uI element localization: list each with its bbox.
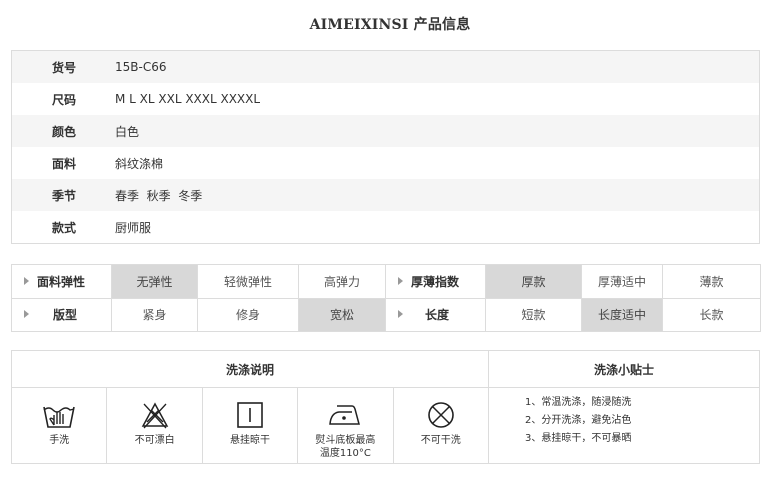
info-row-season: 季节 春季 秋季 冬季 xyxy=(12,179,759,211)
info-key: 货号 xyxy=(52,60,77,75)
care-caption: 不可干洗 xyxy=(420,435,461,446)
care-caption: 手洗 xyxy=(49,435,70,446)
attribute-table: 面料弹性 无弹性 轻微弹性 高弹力 厚薄指数 厚款 厚薄适中 薄款 版型 紧身 … xyxy=(11,264,761,332)
attr-label-thickness: 厚薄指数 xyxy=(385,264,486,299)
option-thick: 厚款 xyxy=(485,264,582,299)
product-info-table: 货号 15B-C66 尺码 M L XL XXL XXXL XXXXL 颜色 白色 面… xyxy=(11,50,760,244)
title-suffix: 产品信息 xyxy=(408,17,471,33)
brand-name: AIMEIXINSI xyxy=(309,17,409,33)
care-tip: 2、分开洗涤，避免沾色 xyxy=(524,415,632,426)
care-caption: 悬挂晾干 xyxy=(229,435,270,446)
info-value: M L XL XXL XXXL XXXXL xyxy=(115,92,261,106)
option-loose: 宽松 xyxy=(298,297,386,332)
option-slight-elasticity: 轻微弹性 xyxy=(197,264,299,299)
option-long: 长款 xyxy=(662,297,761,332)
option-short: 短款 xyxy=(485,297,582,332)
info-key: 颜色 xyxy=(52,124,77,139)
attr-label-elasticity: 面料弹性 xyxy=(11,264,112,299)
care-tip: 3、悬挂晾干，不可暴晒 xyxy=(524,433,632,444)
info-row-fabric: 面料 斜纹涤棉 xyxy=(12,147,759,179)
care-item-no-dry-clean: 不可干洗 xyxy=(394,388,489,463)
option-medium-length: 长度适中 xyxy=(581,297,663,332)
care-instructions-title: 洗涤说明 xyxy=(12,351,489,387)
option-medium-thickness: 厚薄适中 xyxy=(581,264,663,299)
info-key: 季节 xyxy=(52,188,77,203)
info-row-style: 款式 厨师服 xyxy=(12,211,759,243)
attribute-row: 版型 紧身 修身 宽松 长度 短款 长度适中 长款 xyxy=(11,297,761,332)
attr-label-length: 长度 xyxy=(385,297,486,332)
info-value: 白色 xyxy=(115,124,140,139)
info-value: 15B-C66 xyxy=(115,60,167,74)
no-bleach-icon xyxy=(141,402,168,429)
care-section: 洗涤说明 洗涤小贴士 手洗 不可漂白 悬挂晾干 熨斗底板最高温度110°C 不可… xyxy=(11,350,760,464)
info-value: 斜纹涤棉 xyxy=(115,156,164,171)
care-tip: 1、常温洗涤，随浸随洗 xyxy=(524,397,632,408)
care-item-iron: 熨斗底板最高温度110°C xyxy=(298,388,394,463)
triangle-right-icon xyxy=(24,310,29,319)
triangle-right-icon xyxy=(24,276,29,285)
care-item-no-bleach: 不可漂白 xyxy=(107,388,203,463)
option-thin: 薄款 xyxy=(662,264,761,299)
no-dry-clean-icon xyxy=(427,402,454,428)
care-item-hand-wash: 手洗 xyxy=(12,388,108,463)
hand-wash-icon xyxy=(43,406,75,428)
triangle-right-icon xyxy=(398,276,403,285)
option-slim: 修身 xyxy=(197,297,299,332)
iron-icon xyxy=(329,405,361,425)
info-key: 尺码 xyxy=(52,92,77,107)
info-row-item-number: 货号 15B-C66 xyxy=(12,51,759,83)
info-value: 春季 秋季 冬季 xyxy=(115,188,203,203)
page-title: AIMEIXINSI 产品信息 xyxy=(0,14,780,34)
care-caption: 不可漂白 xyxy=(134,435,175,446)
info-key: 面料 xyxy=(52,156,77,171)
info-key: 款式 xyxy=(52,220,77,235)
care-body: 手洗 不可漂白 悬挂晾干 熨斗底板最高温度110°C 不可干洗 1、常温洗涤，随… xyxy=(12,388,759,463)
attr-label-fit: 版型 xyxy=(11,297,112,332)
info-row-size: 尺码 M L XL XXL XXXL XXXXL xyxy=(12,83,759,115)
option-high-elasticity: 高弹力 xyxy=(298,264,386,299)
care-tips-list: 1、常温洗涤，随浸随洗 2、分开洗涤，避免沾色 3、悬挂晾干，不可暴晒 xyxy=(489,388,759,463)
care-caption: 熨斗底板最高温度110°C xyxy=(315,435,376,459)
hang-dry-icon xyxy=(237,402,263,428)
care-tips-title: 洗涤小贴士 xyxy=(593,362,654,377)
attribute-row: 面料弹性 无弹性 轻微弹性 高弹力 厚薄指数 厚款 厚薄适中 薄款 xyxy=(11,264,761,299)
care-header: 洗涤说明 洗涤小贴士 xyxy=(12,351,759,388)
info-row-color: 颜色 白色 xyxy=(12,115,759,147)
info-value: 厨师服 xyxy=(115,220,152,235)
care-item-hang-dry: 悬挂晾干 xyxy=(203,388,299,463)
triangle-right-icon xyxy=(398,310,403,319)
option-tight: 紧身 xyxy=(111,297,198,332)
option-no-elasticity: 无弹性 xyxy=(111,264,198,299)
